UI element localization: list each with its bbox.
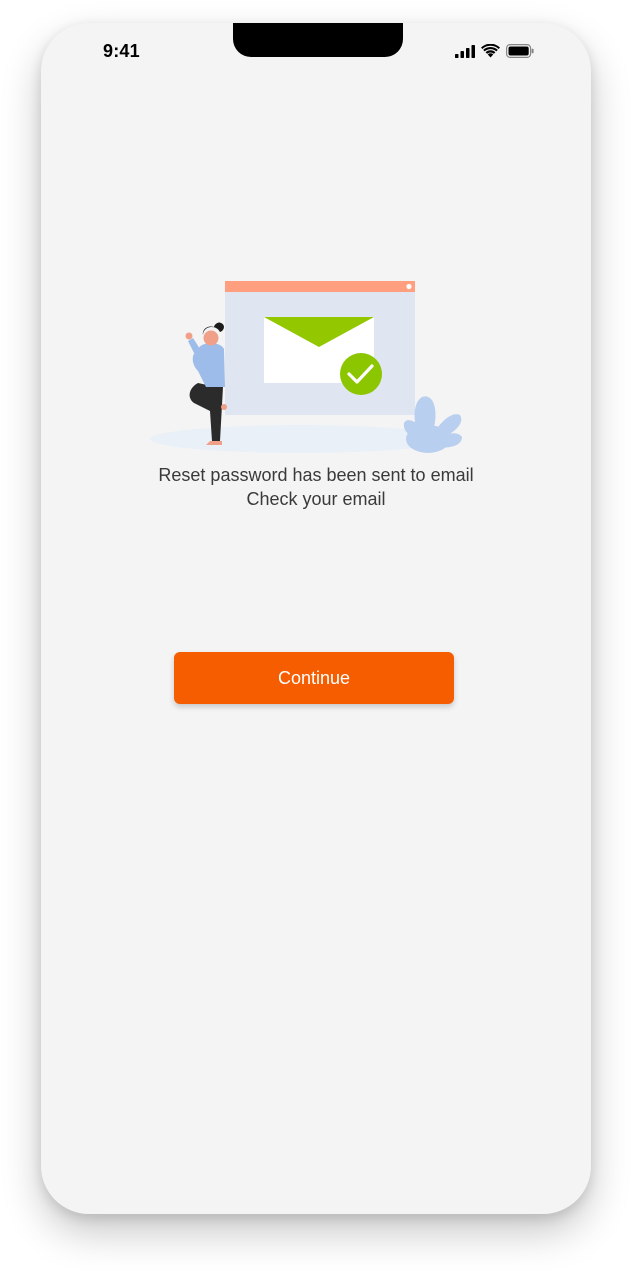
person-figure <box>185 322 227 445</box>
cellular-signal-icon <box>455 44 475 58</box>
browser-dot <box>406 283 412 290</box>
check-badge-icon <box>340 353 382 395</box>
continue-button[interactable]: Continue <box>174 652 454 704</box>
wifi-icon <box>481 44 500 58</box>
status-icons <box>455 43 534 59</box>
message-line-2: Check your email <box>246 489 386 509</box>
browser-title-bar <box>225 281 415 292</box>
phone-frame: 9:41 Reset password has been sent to ema… <box>41 23 591 1214</box>
device-notch <box>233 23 403 57</box>
status-time: 9:41 <box>103 41 140 61</box>
confirmation-message: Reset password has been sent to email Ch… <box>41 463 591 511</box>
message-line-1: Reset password has been sent to email <box>158 465 474 485</box>
email-sent-illustration <box>150 275 470 455</box>
battery-icon <box>506 44 534 58</box>
